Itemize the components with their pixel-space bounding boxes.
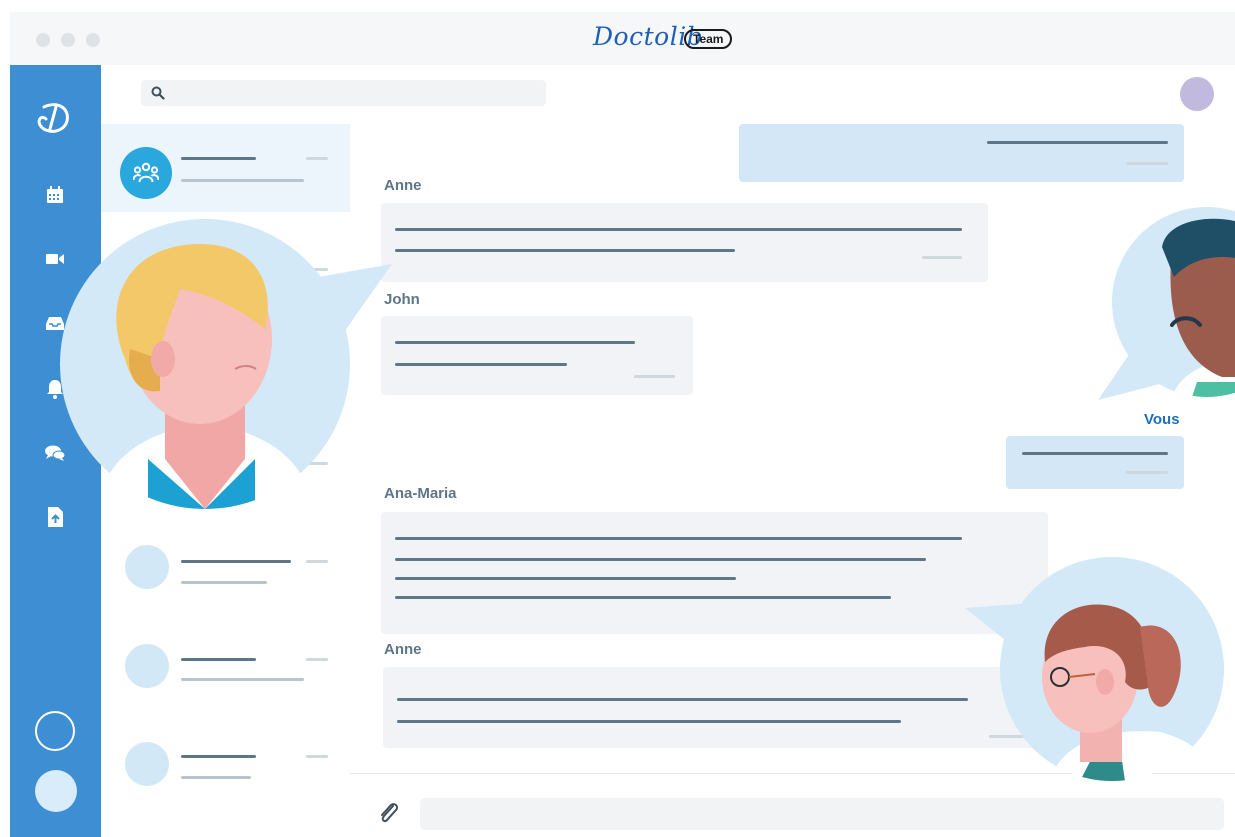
message-text-line: [395, 558, 926, 561]
message-composer: [350, 773, 1235, 837]
message-bubble-mine[interactable]: [1006, 436, 1184, 489]
team-badge: Team: [684, 29, 733, 49]
conversation-preview-line: [181, 678, 304, 681]
message-bubble-mine[interactable]: [739, 124, 1184, 182]
window-maximize-dot[interactable]: [86, 33, 100, 47]
status-circle-outline[interactable]: [35, 711, 75, 751]
message-bubble[interactable]: [383, 667, 1048, 748]
message-bubble[interactable]: [381, 203, 988, 282]
title-bar: Doctolib Team: [10, 12, 1235, 65]
message-time-line: [922, 256, 962, 259]
message-sender: Anne: [384, 641, 422, 658]
calendar-icon[interactable]: [43, 183, 67, 207]
file-upload-icon[interactable]: [43, 505, 67, 529]
message-time-line: [634, 375, 675, 378]
message-sender-me: Vous: [1144, 411, 1180, 428]
message-text-line: [395, 341, 635, 344]
message-text-line: [397, 698, 968, 701]
doctolib-brand-icon[interactable]: [34, 97, 74, 137]
conversation-title-line: [181, 157, 256, 160]
user-avatar[interactable]: [1180, 77, 1214, 111]
message-sender: Ana-Maria: [384, 485, 457, 502]
message-text-line: [395, 596, 891, 599]
doctor-portrait-redhead: [1000, 557, 1224, 781]
avatar: [125, 742, 169, 786]
message-input[interactable]: [420, 798, 1224, 830]
video-camera-icon[interactable]: [43, 247, 67, 271]
sidebar-rail: [10, 65, 101, 837]
message-text-line: [395, 228, 962, 231]
conversation-item-selected[interactable]: [101, 124, 350, 212]
message-time-line: [1126, 471, 1168, 474]
conversation-title-line: [181, 560, 291, 563]
conversation-time-line: [306, 560, 328, 563]
window-minimize-dot[interactable]: [61, 33, 75, 47]
doctor-portrait-blonde: [60, 219, 350, 509]
message-text-line: [395, 249, 735, 252]
message-bubble[interactable]: [381, 316, 693, 395]
conversation-title-line: [181, 755, 256, 758]
app-window: Doctolib Team Anne John Vous Ana-Maria A…: [10, 12, 1235, 837]
chat-bubbles-icon[interactable]: [43, 441, 67, 465]
message-bubble[interactable]: [381, 512, 1048, 634]
message-text-line: [987, 141, 1168, 144]
conversation-preview-line: [181, 179, 304, 182]
conversation-time-line: [306, 658, 328, 661]
message-text-line: [395, 363, 567, 366]
conversation-time-line: [306, 755, 328, 758]
message-text-line: [395, 577, 736, 580]
conversation-preview-line: [181, 776, 251, 779]
avatar: [125, 644, 169, 688]
message-text-line: [1022, 452, 1168, 455]
profile-avatar[interactable]: [35, 770, 77, 812]
message-text-line: [397, 720, 901, 723]
avatar: [125, 545, 169, 589]
search-input[interactable]: [141, 80, 546, 106]
conversation-time-line: [306, 157, 328, 160]
paperclip-icon[interactable]: [378, 800, 400, 826]
conversation-title-line: [181, 658, 256, 661]
group-avatar: [120, 147, 172, 199]
conversation-preview-line: [181, 581, 267, 584]
message-sender: Anne: [384, 177, 422, 194]
message-text-line: [395, 537, 962, 540]
window-close-dot[interactable]: [36, 33, 50, 47]
search-icon: [151, 86, 165, 100]
group-icon: [133, 162, 159, 183]
message-time-line: [1126, 162, 1168, 165]
